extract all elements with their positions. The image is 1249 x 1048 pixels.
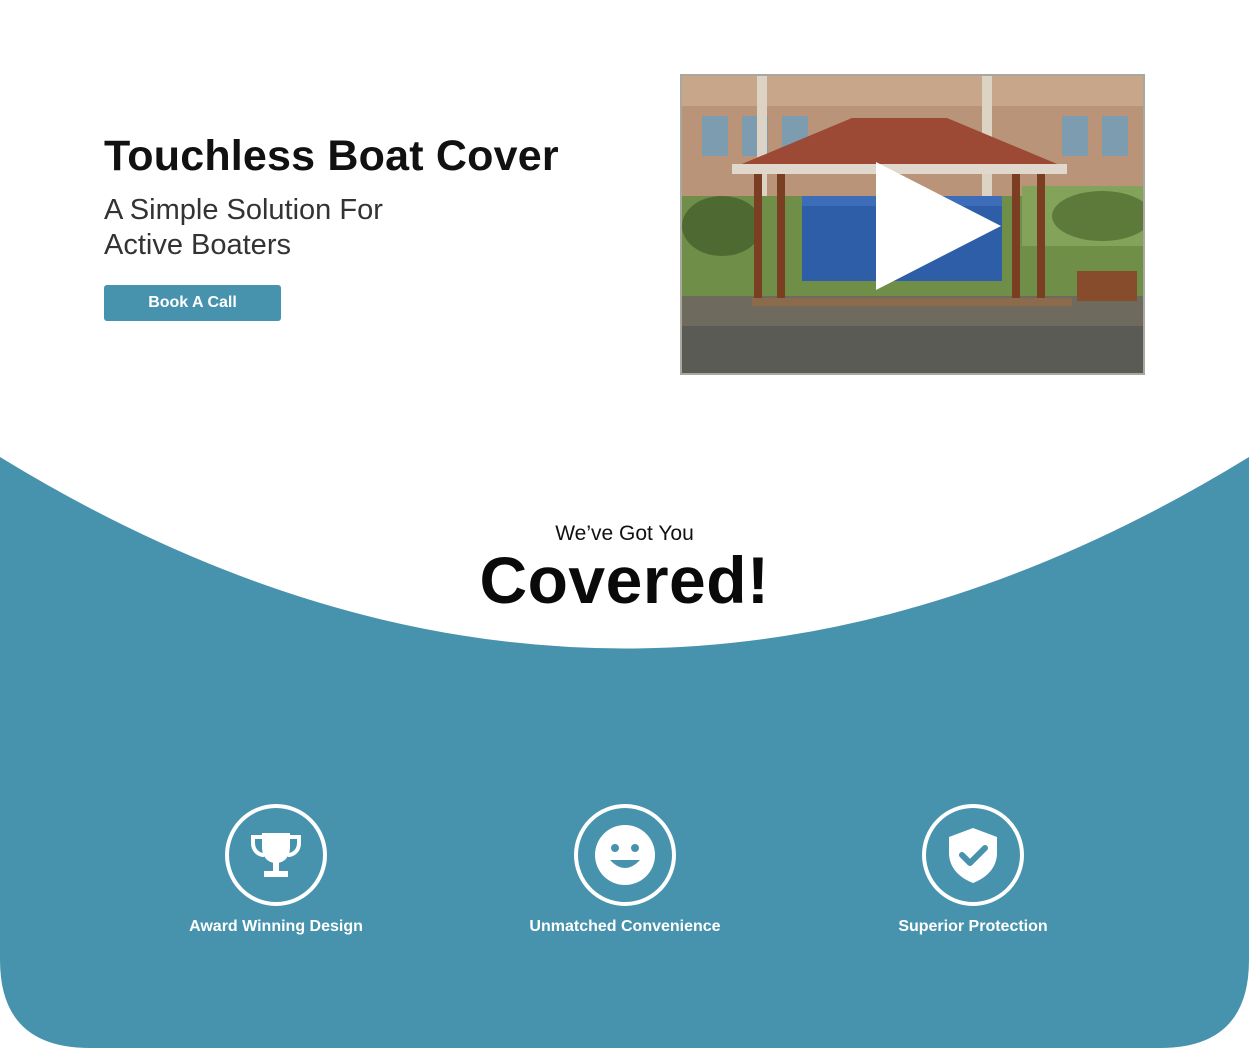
video-player[interactable] xyxy=(680,74,1145,375)
hero-subtitle: A Simple Solution For Active Boaters xyxy=(104,193,524,263)
feature-award-winning-design: Award Winning Design xyxy=(126,804,426,936)
feature-icon-circle xyxy=(574,804,676,906)
hero-subtitle-line-2: Active Boaters xyxy=(104,229,291,261)
page: Touchless Boat Cover A Simple Solution F… xyxy=(0,0,1249,1048)
tagline-big: Covered! xyxy=(479,543,770,617)
hero-subtitle-line-1: A Simple Solution For xyxy=(104,194,383,226)
smiley-icon xyxy=(595,825,655,885)
feature-label: Unmatched Convenience xyxy=(529,918,721,935)
play-icon[interactable] xyxy=(876,162,1001,290)
feature-icon-circle xyxy=(225,804,327,906)
hero-title: Touchless Boat Cover xyxy=(104,132,559,180)
trophy-icon xyxy=(251,833,301,877)
book-a-call-button[interactable]: Book A Call xyxy=(104,285,281,321)
feature-label: Superior Protection xyxy=(898,918,1048,935)
feature-unmatched-convenience: Unmatched Convenience xyxy=(475,804,775,936)
feature-icon-circle xyxy=(922,804,1024,906)
feature-label: Award Winning Design xyxy=(189,918,363,935)
feature-superior-protection: Superior Protection xyxy=(823,804,1123,936)
shield-check-icon xyxy=(949,828,997,883)
